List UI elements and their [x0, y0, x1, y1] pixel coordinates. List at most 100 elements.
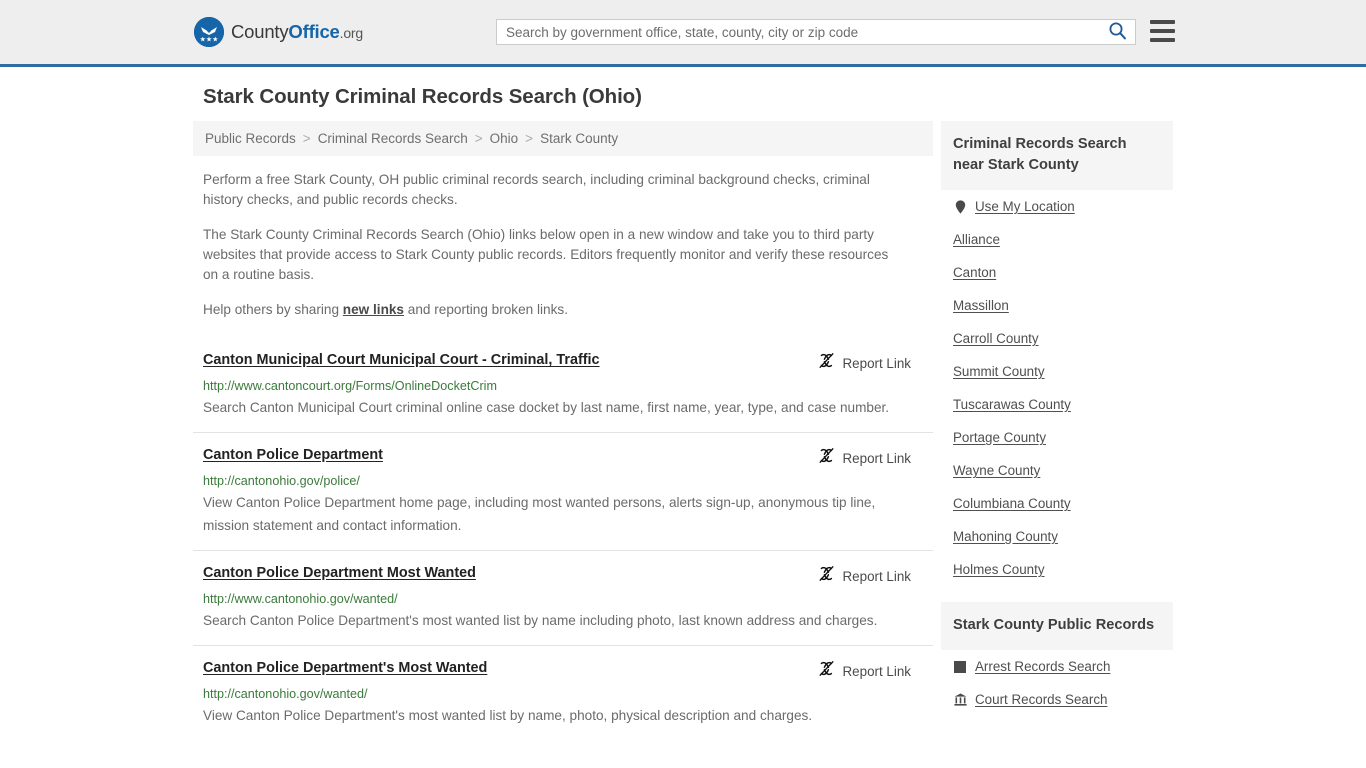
sidebar-list-item[interactable]: Court Records Search: [941, 683, 1173, 716]
sidebar-item-label[interactable]: Columbiana County: [953, 496, 1071, 511]
courthouse-icon: [953, 693, 967, 706]
report-link-label: Report Link: [842, 663, 911, 679]
new-links-link[interactable]: new links: [343, 302, 404, 317]
result-title-link[interactable]: Canton Police Department's Most Wanted: [203, 659, 487, 677]
hamburger-menu-icon[interactable]: [1150, 20, 1175, 42]
breadcrumb-item-1[interactable]: Public Records: [205, 131, 296, 146]
broken-link-icon: [818, 660, 835, 682]
sidebar-list-item[interactable]: Canton: [941, 256, 1173, 289]
sidebar-list-item[interactable]: Massillon: [941, 289, 1173, 322]
sidebar-nearby-heading: Criminal Records Search near Stark Count…: [941, 121, 1173, 190]
result-title-link[interactable]: Canton Police Department: [203, 446, 383, 464]
result-description: View Canton Police Department's most wan…: [203, 708, 813, 723]
result-url[interactable]: http://cantonohio.gov/wanted/: [203, 687, 933, 701]
result-item: Canton Police Department's Most Wanted Re…: [193, 645, 933, 740]
report-link-label: Report Link: [842, 355, 911, 371]
report-link-button[interactable]: Report Link: [818, 352, 911, 374]
hamburger-bar: [1150, 29, 1175, 33]
sidebar-list-item[interactable]: Columbiana County: [941, 487, 1173, 520]
report-link-label: Report Link: [842, 568, 911, 584]
result-url[interactable]: http://cantonohio.gov/police/: [203, 474, 933, 488]
hamburger-bar: [1150, 20, 1175, 24]
sidebar-item-label[interactable]: Holmes County: [953, 562, 1045, 577]
broken-link-icon: [818, 447, 835, 469]
report-link-button[interactable]: Report Link: [818, 565, 911, 587]
brand-tld: .org: [339, 25, 364, 41]
report-link-button[interactable]: Report Link: [818, 447, 911, 469]
sidebar-item-label[interactable]: Canton: [953, 265, 996, 280]
search-input[interactable]: [506, 20, 1106, 44]
sidebar-public-records-heading: Stark County Public Records: [941, 602, 1173, 650]
sidebar-item-label[interactable]: Carroll County: [953, 331, 1039, 346]
result-header: Canton Municipal Court Municipal Court -…: [203, 351, 933, 374]
sidebar-list-item[interactable]: Portage County: [941, 421, 1173, 454]
intro-paragraph-3: Help others by sharing new links and rep…: [193, 300, 933, 320]
broken-link-icon: [818, 352, 835, 374]
search-bar[interactable]: [496, 19, 1136, 45]
result-title-link[interactable]: Canton Municipal Court Municipal Court -…: [203, 351, 600, 369]
sidebar-item-label[interactable]: Massillon: [953, 298, 1009, 313]
breadcrumb-separator: >: [302, 131, 311, 146]
sidebar-list-item[interactable]: Carroll County: [941, 322, 1173, 355]
broken-link-icon: [818, 565, 835, 587]
results-list: Canton Municipal Court Municipal Court -…: [193, 335, 933, 740]
sidebar-list-item[interactable]: Tuscarawas County: [941, 388, 1173, 421]
sidebar-list-item[interactable]: Mahoning County: [941, 520, 1173, 553]
result-description: View Canton Police Department home page,…: [203, 495, 876, 533]
intro-paragraph-2: The Stark County Criminal Records Search…: [203, 227, 889, 282]
sidebar-item-label[interactable]: Arrest Records Search: [975, 659, 1110, 674]
sidebar: Criminal Records Search near Stark Count…: [941, 121, 1173, 716]
sidebar-item-label[interactable]: Use My Location: [975, 199, 1075, 214]
result-title-link[interactable]: Canton Police Department Most Wanted: [203, 564, 476, 582]
eagle-stars-logo-icon: ★★★: [194, 17, 224, 47]
site-header: ★★★ CountyOffice.org: [0, 0, 1366, 67]
sidebar-item-label[interactable]: Portage County: [953, 430, 1046, 445]
result-header: Canton Police Department Most Wanted Repo…: [203, 564, 933, 587]
sidebar-item-label[interactable]: Alliance: [953, 232, 1000, 247]
sidebar-list-item[interactable]: Alliance: [941, 223, 1173, 256]
intro-section: Perform a free Stark County, OH public c…: [193, 170, 933, 320]
result-header: Canton Police Department's Most Wanted Re…: [203, 659, 933, 682]
search-button[interactable]: [1106, 21, 1129, 43]
brand-prefix: County: [231, 21, 289, 42]
report-link-button[interactable]: Report Link: [818, 660, 911, 682]
breadcrumb-item-2[interactable]: Criminal Records Search: [318, 131, 468, 146]
main-content: Public Records > Criminal Records Search > O…: [193, 121, 933, 740]
breadcrumb: Public Records > Criminal Records Search > O…: [193, 121, 933, 156]
sidebar-list-item[interactable]: Arrest Records Search: [941, 650, 1173, 683]
result-item: Canton Police Department Report Link http:…: [193, 432, 933, 550]
hamburger-bar: [1150, 38, 1175, 42]
breadcrumb-separator: >: [474, 131, 483, 146]
sidebar-list-item[interactable]: Summit County: [941, 355, 1173, 388]
result-item: Canton Police Department Most Wanted Repo…: [193, 550, 933, 645]
sidebar-public-records-list: Arrest Records Search Court Records Searc…: [941, 650, 1173, 716]
intro-text-after: and reporting broken links.: [404, 302, 568, 317]
sidebar-list-item[interactable]: Wayne County: [941, 454, 1173, 487]
sidebar-item-label[interactable]: Wayne County: [953, 463, 1040, 478]
sidebar-list-item[interactable]: Holmes County: [941, 553, 1173, 586]
sidebar-public-records-box: Stark County Public Records Arrest Recor…: [941, 602, 1173, 716]
sidebar-item-label[interactable]: Court Records Search: [975, 692, 1107, 707]
page-body: Stark County Criminal Records Search (Oh…: [0, 67, 1366, 740]
sidebar-nearby-box: Criminal Records Search near Stark Count…: [941, 121, 1173, 586]
sidebar-item-label[interactable]: Mahoning County: [953, 529, 1058, 544]
search-icon: [1108, 21, 1127, 43]
page-title: Stark County Criminal Records Search (Oh…: [203, 85, 642, 108]
breadcrumb-item-4[interactable]: Stark County: [540, 131, 618, 146]
svg-text:★★★: ★★★: [200, 36, 219, 44]
report-link-label: Report Link: [842, 450, 911, 466]
result-description: Search Canton Police Department's most w…: [203, 613, 878, 628]
result-url[interactable]: http://www.cantoncourt.org/Forms/OnlineD…: [203, 379, 933, 393]
breadcrumb-separator: >: [525, 131, 534, 146]
site-logo[interactable]: ★★★ CountyOffice.org: [194, 17, 363, 47]
breadcrumb-item-3[interactable]: Ohio: [490, 131, 519, 146]
site-logo-text: CountyOffice.org: [231, 21, 363, 43]
result-url[interactable]: http://www.cantonohio.gov/wanted/: [203, 592, 933, 606]
sidebar-item-label[interactable]: Tuscarawas County: [953, 397, 1071, 412]
square-icon: [953, 660, 967, 673]
brand-bold: Office: [288, 21, 340, 42]
sidebar-list-item[interactable]: Use My Location: [941, 190, 1173, 223]
result-header: Canton Police Department Report Link: [203, 446, 933, 469]
sidebar-item-label[interactable]: Summit County: [953, 364, 1045, 379]
